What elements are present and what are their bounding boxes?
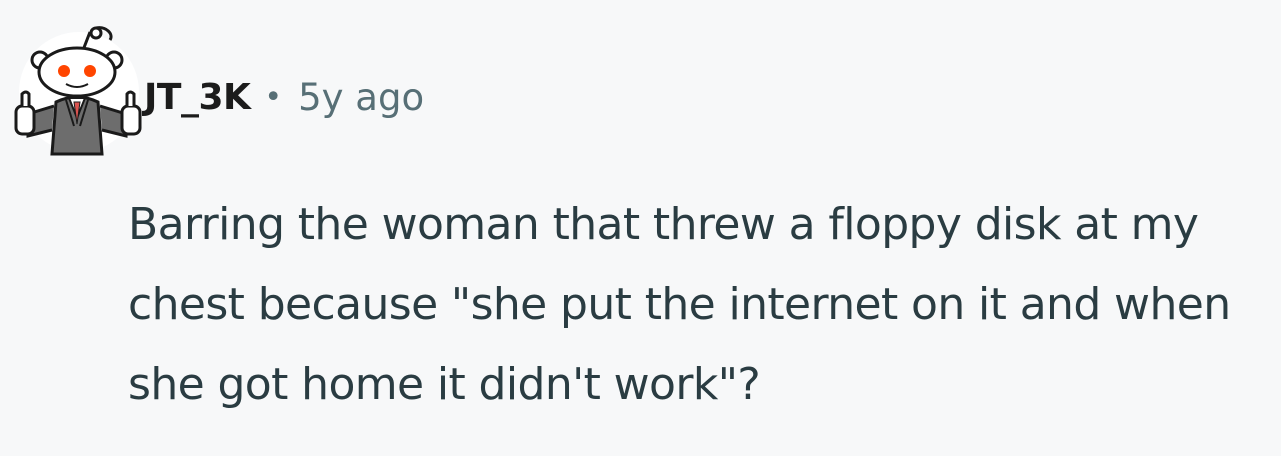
- comment: JT_3K • 5y ago Barring the woman that th…: [0, 0, 1281, 456]
- timestamp[interactable]: 5y ago: [298, 76, 424, 119]
- avatar[interactable]: [14, 22, 144, 156]
- username-link[interactable]: JT_3K: [144, 77, 251, 118]
- comment-meta: JT_3K • 5y ago: [144, 68, 424, 126]
- meta-separator: •: [264, 79, 283, 115]
- comment-body: Barring the woman that threw a floppy di…: [128, 199, 1231, 410]
- snoo-avatar-icon: [14, 26, 142, 156]
